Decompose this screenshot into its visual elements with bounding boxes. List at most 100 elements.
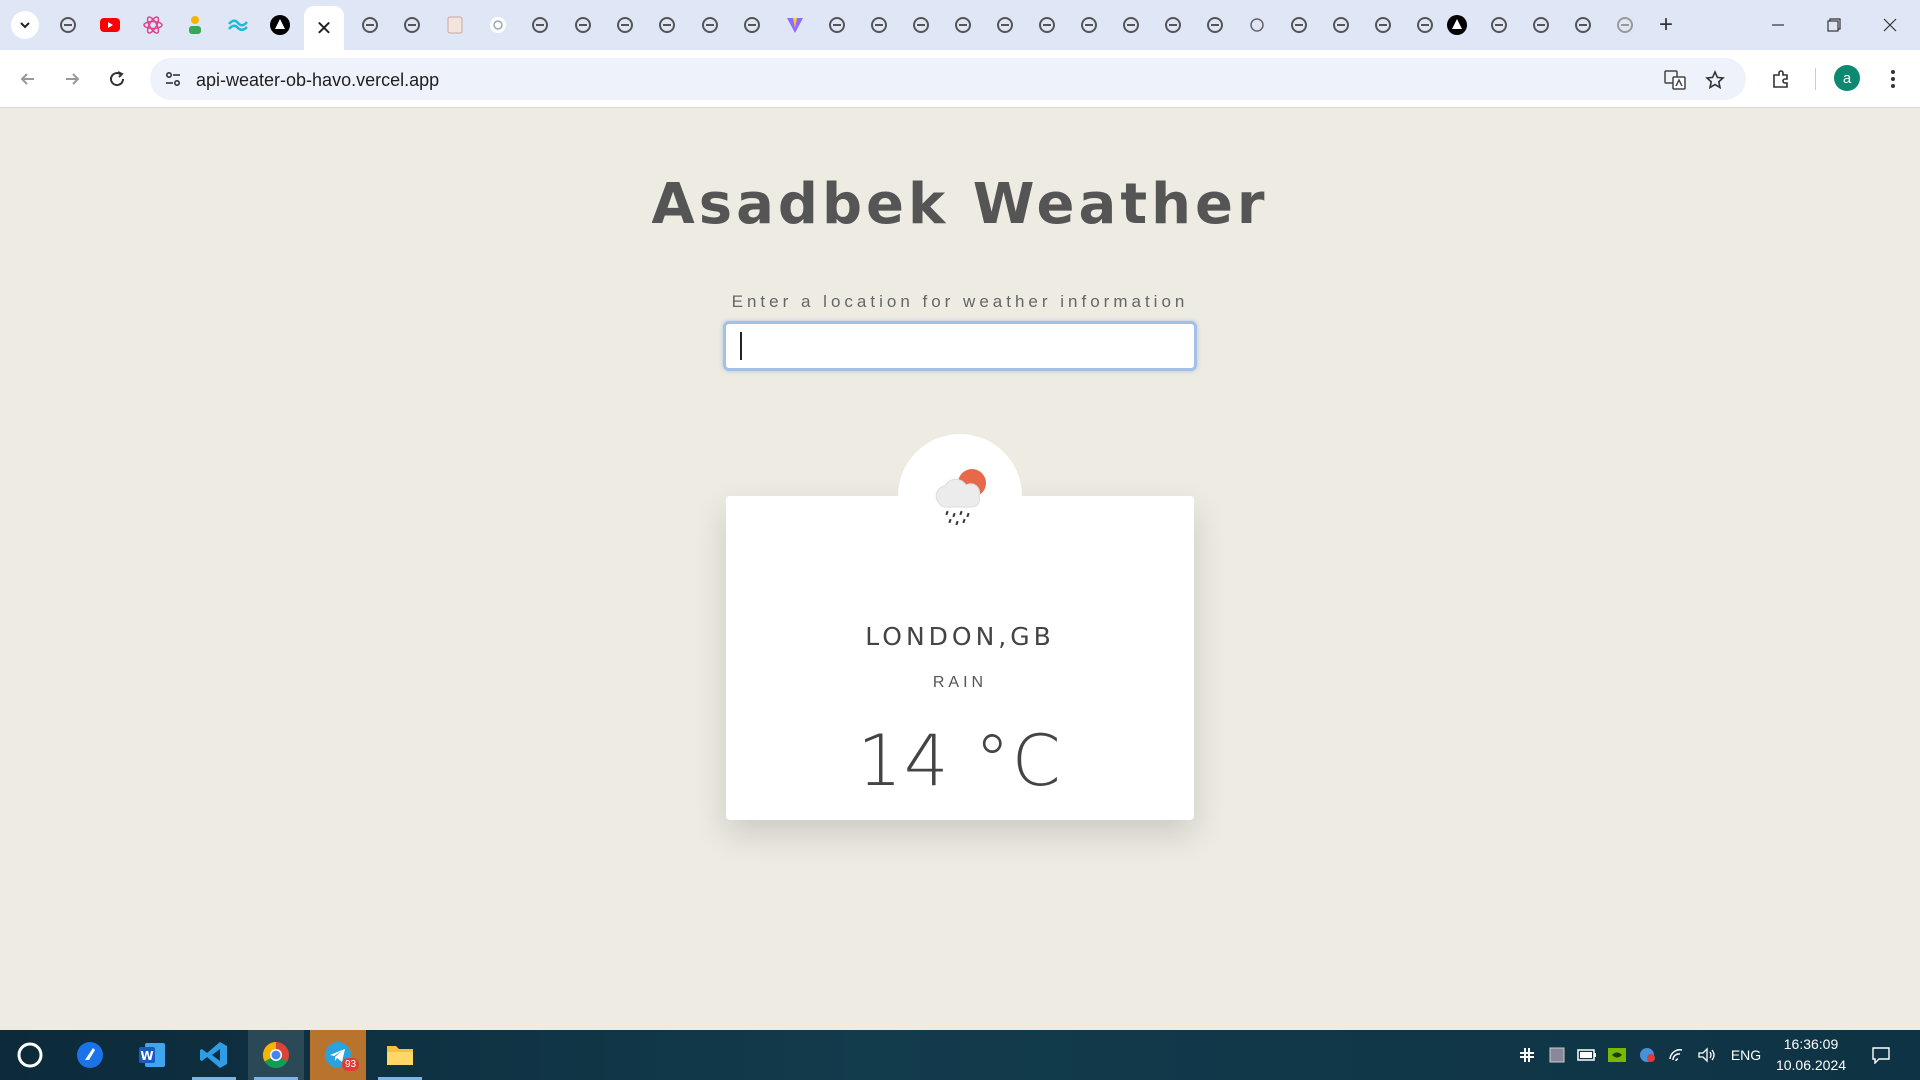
rain-cloud-sun-icon — [935, 469, 986, 526]
slack-tray-icon[interactable] — [1515, 1044, 1539, 1066]
address-bar[interactable]: api-weater-ob-havo.vercel.app — [150, 58, 1746, 100]
tab-favicon-globe-icon[interactable] — [1529, 13, 1553, 37]
weather-page: Asadbek Weather Enter a location for wea… — [0, 108, 1920, 1030]
minimize-window-button[interactable] — [1750, 0, 1806, 50]
restore-icon — [1827, 18, 1841, 32]
tab-favicon-react-icon[interactable] — [141, 13, 165, 37]
tab-favicon-globe-icon[interactable] — [740, 13, 764, 37]
tab-favicon-globe-icon[interactable] — [1487, 13, 1511, 37]
taskbar-app-telegram[interactable]: 93 — [310, 1030, 366, 1080]
tab-favicon-triangle-icon[interactable] — [268, 13, 292, 37]
language-indicator[interactable]: ENG — [1728, 1044, 1764, 1066]
weather-icon-badge — [898, 434, 1022, 558]
tab-favicon-globe-icon[interactable] — [1077, 13, 1101, 37]
tab-favicon-globe-icon[interactable] — [1371, 13, 1395, 37]
browser-toolbar: api-weater-ob-havo.vercel.app a — [0, 50, 1920, 108]
tab-favicon-document-icon[interactable] — [443, 13, 467, 37]
url-text[interactable]: api-weater-ob-havo.vercel.app — [196, 70, 439, 91]
wifi-icon[interactable] — [1665, 1044, 1689, 1066]
taskbar-app-file-explorer[interactable] — [372, 1030, 428, 1080]
nvidia-icon[interactable] — [1605, 1044, 1629, 1066]
chrome-icon — [262, 1041, 289, 1069]
tab-favicon-globe-icon[interactable] — [1161, 13, 1185, 37]
search-label: Enter a location for weather information — [731, 292, 1189, 311]
tab-favicon-globe-icon[interactable] — [655, 13, 679, 37]
tab-favicon-globe-icon[interactable] — [1329, 13, 1353, 37]
close-tab-icon[interactable]: ✕ — [316, 16, 333, 41]
word-icon: W — [139, 1043, 165, 1067]
taskbar: W 93 ENG 16:36:09 10.06.2024 — [0, 1030, 1920, 1080]
extensions-button[interactable] — [1765, 63, 1797, 95]
action-center-button[interactable] — [1866, 1044, 1896, 1066]
system-clock[interactable]: 16:36:09 10.06.2024 — [1768, 1034, 1854, 1076]
close-icon — [1883, 18, 1897, 32]
taskbar-app-pinned[interactable] — [62, 1030, 118, 1080]
tab-favicon-globe-icon[interactable] — [698, 13, 722, 37]
tab-favicon-globe-icon[interactable] — [1035, 13, 1059, 37]
tab-favicon-globe-icon[interactable] — [571, 13, 595, 37]
back-button[interactable] — [12, 63, 44, 95]
tab-favicon-globe-icon[interactable] — [993, 13, 1017, 37]
active-tab[interactable]: ✕ — [304, 6, 344, 50]
forward-button[interactable] — [56, 63, 88, 95]
tab-favicon-circle-icon[interactable] — [1245, 13, 1269, 37]
tab-favicon-globe-icon[interactable] — [909, 13, 933, 37]
browser-tab-strip: ✕ + — [0, 0, 1920, 50]
tab-favicon-globe-icon[interactable] — [1287, 13, 1311, 37]
tab-favicon-globe-icon[interactable] — [56, 13, 80, 37]
volume-icon[interactable] — [1695, 1044, 1719, 1066]
notification-icon — [1872, 1047, 1890, 1064]
folder-icon — [387, 1046, 413, 1065]
toolbar-divider — [1815, 68, 1816, 90]
restore-window-button[interactable] — [1806, 0, 1862, 50]
taskbar-app-vscode[interactable] — [186, 1030, 242, 1080]
tab-search-button[interactable] — [11, 11, 39, 39]
location-search-input[interactable] — [723, 321, 1197, 371]
tab-favicon-globe-icon[interactable] — [867, 13, 891, 37]
temperature: 14 °C — [857, 720, 1063, 802]
text-caret — [740, 332, 742, 360]
reload-button[interactable] — [101, 63, 133, 95]
tab-favicon-globe-icon[interactable] — [1203, 13, 1227, 37]
tab-favicon-globe-icon[interactable] — [951, 13, 975, 37]
taskbar-app-chrome[interactable] — [248, 1030, 304, 1080]
arrow-left-icon — [20, 73, 34, 85]
tab-favicon-globe-icon[interactable] — [400, 13, 424, 37]
tab-favicon-globe-icon[interactable] — [528, 13, 552, 37]
tab-favicon-globe-icon[interactable] — [1413, 13, 1437, 37]
new-tab-button[interactable]: + — [1651, 10, 1681, 40]
tab-favicon-globe-icon[interactable] — [1119, 13, 1143, 37]
tab-favicon-globe-icon[interactable] — [613, 13, 637, 37]
profile-avatar[interactable]: a — [1834, 65, 1860, 91]
notification-app-icon[interactable] — [1635, 1044, 1659, 1066]
tab-favicon-globe-icon[interactable] — [486, 13, 510, 37]
unread-badge: 93 — [342, 1058, 360, 1071]
translate-icon[interactable] — [1662, 67, 1688, 93]
weather-condition: RAIN — [932, 674, 988, 691]
page-title: Asadbek Weather — [651, 172, 1269, 237]
start-button[interactable] — [2, 1030, 58, 1080]
bookmark-star-icon[interactable] — [1702, 67, 1728, 93]
close-window-button[interactable] — [1862, 0, 1918, 50]
rocket-app-icon — [77, 1042, 103, 1068]
tab-favicon-person-icon[interactable] — [183, 13, 207, 37]
reload-icon — [110, 71, 125, 87]
tab-favicon-triangle-icon[interactable] — [1445, 13, 1469, 37]
taskbar-app-word[interactable]: W — [124, 1030, 180, 1080]
browser-menu-button[interactable] — [1877, 63, 1909, 95]
site-info-icon[interactable] — [162, 68, 184, 90]
tab-favicon-vite-icon[interactable] — [783, 13, 807, 37]
tab-favicon-youtube-icon[interactable] — [98, 13, 122, 37]
tab-favicon-tailwind-icon[interactable] — [226, 13, 250, 37]
tab-favicon-globe-icon[interactable] — [358, 13, 382, 37]
plus-icon: + — [1658, 11, 1673, 38]
tab-favicon-globe-icon[interactable] — [1571, 13, 1595, 37]
start-circle-icon — [17, 1042, 43, 1068]
battery-icon[interactable] — [1575, 1044, 1599, 1066]
app-tray-icon[interactable] — [1545, 1044, 1569, 1066]
tab-favicon-globe-icon[interactable] — [1613, 13, 1637, 37]
tab-favicon-globe-icon[interactable] — [825, 13, 849, 37]
minimize-icon — [1772, 24, 1784, 26]
location-name: LONDON,GB — [865, 622, 1055, 651]
clock-date: 10.06.2024 — [1775, 1057, 1847, 1073]
